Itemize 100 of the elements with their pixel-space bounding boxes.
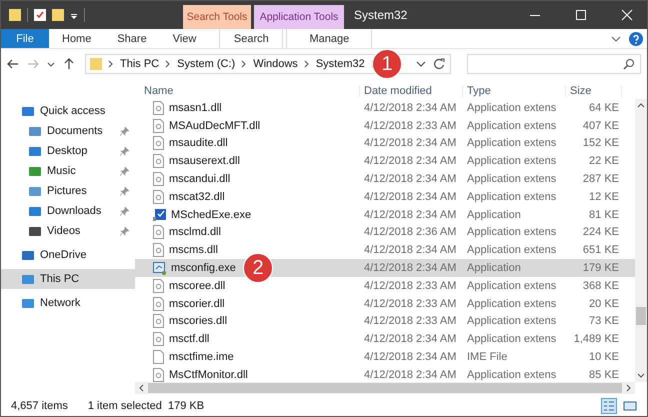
location-icon: [21, 272, 35, 286]
file-row[interactable]: mscandui.dll 4/12/2018 2:34 AM Application extens 287 KE: [135, 170, 635, 188]
context-tab-label: Search Tools: [183, 5, 251, 29]
nav-item[interactable]: Music: [1, 161, 135, 181]
column-header[interactable]: Size: [566, 85, 622, 97]
file-name: mscat32.dll: [169, 190, 225, 203]
size-cell-text: 152 KE: [582, 137, 620, 150]
date-cell-text: 4/12/2018 2:33 AM: [363, 298, 458, 310]
file-row[interactable]: msclmd.dll 4/12/2018 2:36 AM Application extens 224 KE: [135, 224, 635, 242]
file-row[interactable]: MSAudDecMFT.dll 4/12/2018 2:33 AM Application extens 407 KE: [135, 116, 635, 135]
nav-item[interactable]: Desktop: [1, 141, 135, 161]
file-row[interactable]: msctfime.ime 4/12/2018 2:34 AM IME File 10 KE: [135, 348, 635, 366]
size-cell-text: 22 KE: [588, 155, 620, 168]
close-icon[interactable]: [621, 9, 633, 21]
ribbon-tab[interactable]: Home: [49, 29, 104, 48]
app-window-icon: [153, 261, 166, 276]
folder-icon: [28, 124, 42, 138]
folder-icon[interactable]: [9, 8, 21, 22]
column-header[interactable]: Name: [135, 85, 360, 97]
nav-item[interactable]: OneDrive: [1, 245, 135, 265]
breadcrumb-item[interactable]: System (C:): [177, 58, 236, 70]
date-cell-text: 4/12/2018 2:34 AM: [363, 173, 458, 186]
thumbnail-view-icon[interactable]: [623, 398, 637, 412]
nav-item[interactable]: Network: [1, 293, 135, 313]
date-cell-text: 4/12/2018 2:34 AM: [363, 137, 458, 150]
maximize-icon[interactable]: [575, 9, 587, 21]
details-view-icon[interactable]: [601, 398, 617, 414]
folder-icon: [28, 224, 42, 238]
file-row[interactable]: msasn1.dll 4/12/2018 2:34 AM Application extens 64 KE: [135, 99, 635, 117]
nav-item[interactable]: Quick access: [1, 101, 135, 121]
nav-item[interactable]: Documents: [1, 121, 135, 141]
date-cell-text: 4/12/2018 2:34 AM: [363, 333, 458, 346]
file-row[interactable]: msctf.dll 4/12/2018 2:34 AM Application extens 1,489 KE: [135, 330, 635, 348]
file-row[interactable]: MsCtfMonitor.dll 4/12/2018 2:34 AM Application extens 85 KE: [135, 366, 635, 384]
chevron-icon[interactable]: [611, 34, 621, 44]
file-name: msclmd.dll: [169, 226, 221, 238]
type-cell-text: Application extens: [466, 120, 558, 132]
date-cell-text: 4/12/2018 2:34 AM: [363, 155, 458, 168]
new-folder-icon[interactable]: [52, 8, 64, 22]
nav-item[interactable]: Videos: [1, 221, 135, 241]
back-icon[interactable]: [7, 58, 19, 70]
help-icon[interactable]: [629, 32, 643, 46]
chevron-right-icon[interactable]: [165, 60, 172, 68]
pin-icon[interactable]: [120, 226, 129, 236]
vertical-scrollbar[interactable]: [635, 99, 647, 382]
chevron-right-icon[interactable]: [241, 60, 248, 68]
type-cell-text: Application extens: [466, 315, 558, 328]
scroll-up-icon[interactable]: [637, 102, 645, 108]
type-cell-text: Application extens: [466, 368, 558, 381]
properties-icon[interactable]: [34, 8, 46, 22]
file-row[interactable]: mscories.dll 4/12/2018 2:33 AM Application extens 73 KE: [135, 312, 635, 330]
breadcrumb-item[interactable]: Windows: [253, 58, 298, 70]
type-cell-text: Application extens: [466, 102, 558, 114]
file-row[interactable]: msauserext.dll 4/12/2018 2:34 AM Application extens 22 KE: [135, 152, 635, 170]
file-name: mscoree.dll: [169, 280, 226, 292]
chevron-right-icon[interactable]: [108, 60, 114, 68]
ribbon-tab[interactable]: View: [160, 29, 210, 48]
ribbon-tab[interactable]: File: [1, 29, 49, 48]
nav-item[interactable]: This PC: [1, 269, 135, 289]
scroll-left-icon[interactable]: [138, 384, 144, 392]
folder-icon: [28, 144, 42, 158]
horizontal-scrollbar[interactable]: [135, 382, 635, 394]
column-header[interactable]: Type: [463, 85, 566, 97]
file-row[interactable]: mscat32.dll 4/12/2018 2:34 AM Application extens 12 KE: [135, 188, 635, 206]
pin-icon[interactable]: [120, 186, 129, 196]
type-cell-text: Application extens: [466, 244, 558, 256]
dropdown-icon[interactable]: [416, 59, 426, 69]
file-row[interactable]: mscorier.dll 4/12/2018 2:33 AM Application extens 20 KE: [135, 294, 635, 313]
date-cell-text: 4/12/2018 2:34 AM: [363, 102, 458, 114]
ribbon-tab[interactable]: Manage: [286, 29, 372, 48]
pin-icon[interactable]: [120, 206, 129, 216]
ribbon-tab[interactable]: Share: [104, 29, 160, 48]
type-cell-text: Application extens: [466, 298, 558, 310]
pin-icon[interactable]: [120, 146, 129, 156]
up-icon[interactable]: [63, 58, 75, 70]
callout-badge: 1: [372, 49, 402, 79]
scroll-thumb[interactable]: [148, 383, 622, 393]
scroll-thumb[interactable]: [636, 306, 646, 324]
chevron-right-icon[interactable]: [304, 60, 310, 68]
breadcrumb-item[interactable]: System32: [316, 58, 365, 70]
file-row[interactable]: msaudite.dll 4/12/2018 2:34 AM Application extens 152 KE: [135, 134, 635, 152]
date-cell-text: 4/12/2018 2:36 AM: [363, 226, 458, 238]
file-name: msconfig.exe: [171, 262, 236, 274]
column-header[interactable]: Date modified: [360, 85, 463, 97]
search-field[interactable]: [467, 54, 641, 74]
breadcrumb-item[interactable]: This PC: [120, 58, 160, 70]
scroll-right-icon[interactable]: [626, 384, 632, 392]
ribbon-tab[interactable]: Search: [219, 29, 284, 48]
refresh-icon[interactable]: [432, 57, 446, 71]
nav-item[interactable]: Downloads: [1, 201, 135, 221]
size-cell-text: 368 KE: [582, 280, 620, 292]
file-name: mscandui.dll: [169, 173, 230, 186]
scroll-down-icon[interactable]: [637, 373, 645, 379]
pin-icon[interactable]: [120, 166, 129, 176]
nav-item[interactable]: Pictures: [1, 181, 135, 201]
selection-info: 1 item selected 179 KB: [88, 400, 204, 412]
file-row[interactable]: MSchedExe.exe 4/12/2018 2:34 AM Application 81 KE: [135, 206, 635, 224]
pin-icon[interactable]: [120, 126, 129, 136]
size-cell-text: 73 KE: [588, 315, 620, 328]
date-cell-text: 4/12/2018 2:34 AM: [363, 368, 458, 381]
